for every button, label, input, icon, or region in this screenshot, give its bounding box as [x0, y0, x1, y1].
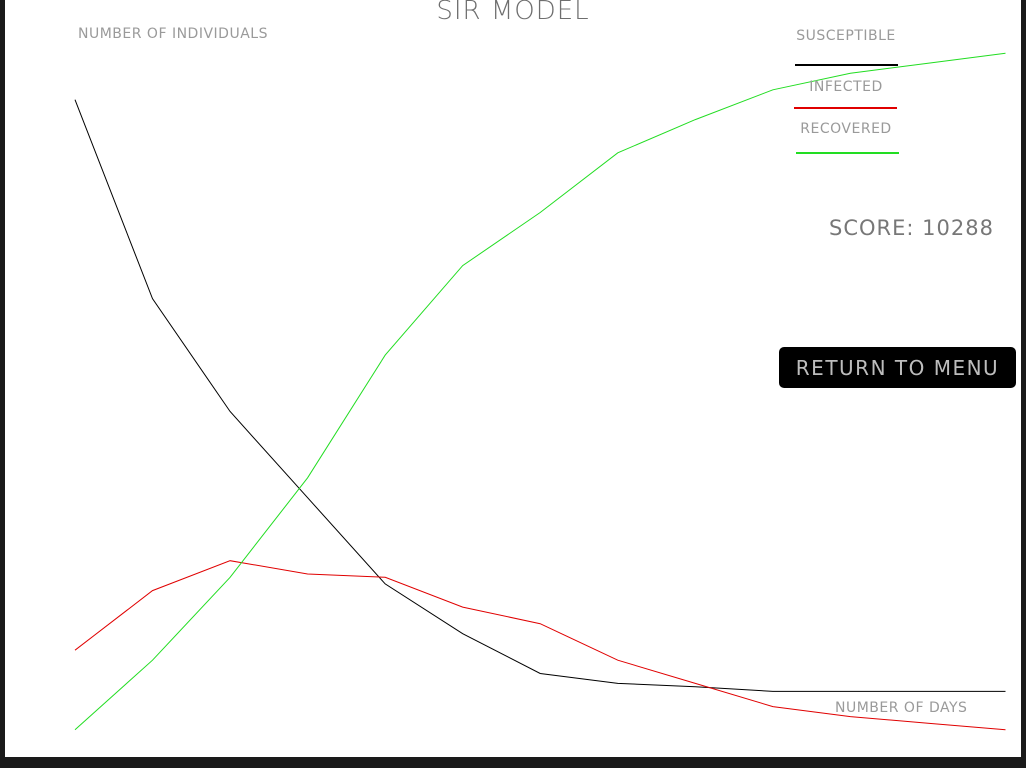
series-line-susceptible — [74, 99, 1006, 692]
page-title: SIR MODEL — [436, 0, 590, 26]
score-value: 10288 — [922, 216, 994, 240]
legend-swatch-susceptible — [795, 64, 898, 66]
return-to-menu-button[interactable]: RETURN TO MENU — [779, 347, 1016, 388]
series-line-recovered — [74, 52, 1006, 731]
legend-swatch-recovered — [796, 152, 899, 154]
legend-label-infected: INFECTED — [809, 79, 883, 95]
legend-swatch-infected — [794, 107, 897, 109]
legend-label-recovered: RECOVERED — [800, 121, 892, 137]
score-display: SCORE: 10288 — [829, 216, 994, 240]
legend-label-susceptible: SUSCEPTIBLE — [796, 28, 896, 44]
y-axis-label: NUMBER OF INDIVIDUALS — [78, 26, 268, 42]
score-label: SCORE: — [829, 216, 915, 240]
game-screen: SIR MODEL NUMBER OF INDIVIDUALS NUMBER O… — [5, 0, 1021, 757]
chart-series-layer — [74, 52, 1006, 731]
x-axis-label: NUMBER OF DAYS — [835, 700, 968, 716]
